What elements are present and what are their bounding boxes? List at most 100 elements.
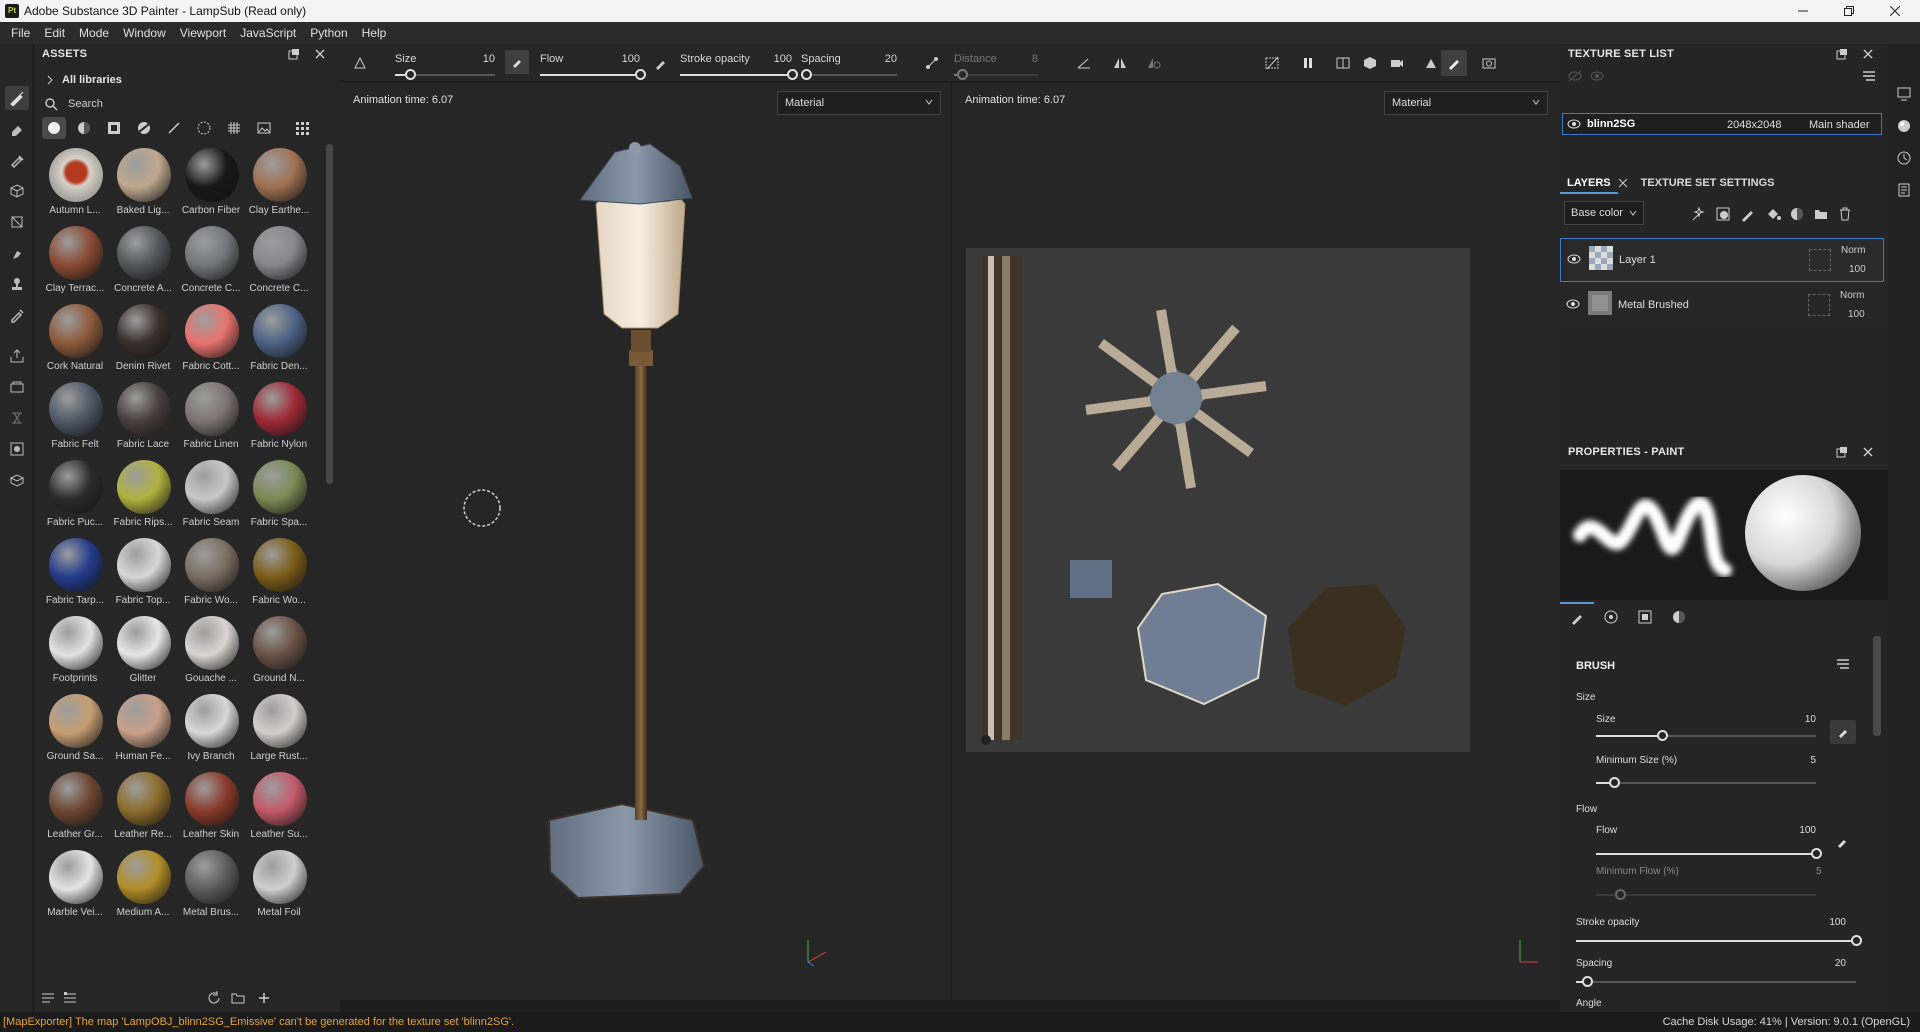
close-window-button[interactable] bbox=[1872, 0, 1918, 22]
spacing-handle[interactable] bbox=[800, 69, 812, 80]
filter-brushes[interactable] bbox=[162, 117, 186, 139]
asset-tile[interactable]: Denim Rivet bbox=[110, 300, 176, 378]
preset-menu-icon[interactable] bbox=[1836, 658, 1852, 672]
properties-scrollbar[interactable] bbox=[1873, 636, 1881, 736]
line-stroke-icon[interactable] bbox=[924, 55, 940, 71]
layer-row-1[interactable]: Layer 1 Norm 100 bbox=[1560, 238, 1884, 282]
layer-blend-mode[interactable]: Norm bbox=[1840, 290, 1864, 301]
texture-set-shader[interactable]: Main shader bbox=[1809, 119, 1870, 131]
asset-tile[interactable]: Cork Natural bbox=[42, 300, 108, 378]
refresh-icon[interactable] bbox=[206, 990, 222, 1006]
spacing-prop-handle[interactable] bbox=[1582, 976, 1594, 987]
filter-masks[interactable] bbox=[102, 117, 126, 139]
angle-icon[interactable] bbox=[1076, 55, 1092, 71]
filter-smart-materials[interactable] bbox=[72, 117, 96, 139]
asset-tile[interactable]: Fabric Rips... bbox=[110, 456, 176, 534]
render-button[interactable] bbox=[5, 437, 29, 461]
menu-python[interactable]: Python bbox=[303, 22, 354, 44]
min-size-value[interactable]: 5 bbox=[1786, 755, 1816, 766]
asset-tile[interactable]: Gouache ... bbox=[178, 612, 244, 690]
iray-icon[interactable] bbox=[1423, 55, 1439, 71]
measure-button[interactable] bbox=[5, 406, 29, 430]
asset-tile[interactable]: Fabric Top... bbox=[110, 534, 176, 612]
filter-textures[interactable] bbox=[222, 117, 246, 139]
spacing-slider[interactable]: Spacing 20 bbox=[800, 49, 897, 80]
asset-tile[interactable]: Clay Terrac... bbox=[42, 222, 108, 300]
size-pressure-button[interactable] bbox=[1830, 720, 1856, 744]
log-icon[interactable] bbox=[1896, 182, 1912, 198]
folder-icon[interactable] bbox=[230, 990, 246, 1006]
minimize-button[interactable] bbox=[1780, 0, 1826, 22]
filter-materials[interactable] bbox=[42, 117, 66, 139]
status-error-message[interactable]: [MapExporter] The map 'LampOBJ_blinn2SG_… bbox=[3, 1016, 514, 1028]
maximize-button[interactable] bbox=[1826, 0, 1872, 22]
close-tab-icon[interactable] bbox=[1618, 178, 1628, 188]
paint-mode-button[interactable] bbox=[1441, 50, 1467, 76]
layer-opacity[interactable]: 100 bbox=[1848, 309, 1865, 320]
asset-tile[interactable]: Large Rust... bbox=[246, 690, 312, 768]
eye-icon[interactable] bbox=[1566, 298, 1580, 310]
paint-tool-button[interactable] bbox=[5, 86, 29, 110]
menu-javascript[interactable]: JavaScript bbox=[233, 22, 303, 44]
symmetry-icon[interactable] bbox=[1112, 55, 1128, 71]
search-input[interactable]: Search bbox=[68, 98, 103, 110]
close-panel-icon[interactable] bbox=[314, 48, 326, 60]
channel-select[interactable]: Base color bbox=[1564, 201, 1644, 225]
float-panel-icon[interactable] bbox=[288, 48, 300, 60]
size-handle[interactable] bbox=[405, 69, 416, 80]
asset-tile[interactable]: Fabric Puc... bbox=[42, 456, 108, 534]
asset-tile[interactable]: Fabric Spa... bbox=[246, 456, 312, 534]
asset-tile[interactable]: Fabric Seam bbox=[178, 456, 244, 534]
close-panel-icon[interactable] bbox=[1862, 446, 1874, 458]
layer-mask-slot[interactable] bbox=[1809, 249, 1831, 271]
flow-slider[interactable]: Flow 100 bbox=[540, 49, 646, 80]
asset-tile[interactable]: Leather Skin bbox=[178, 768, 244, 846]
eye-icon[interactable] bbox=[1567, 118, 1581, 130]
export-button[interactable] bbox=[5, 344, 29, 368]
asset-tile[interactable]: Marble Vei... bbox=[42, 846, 108, 924]
asset-tile[interactable]: Fabric Nylon bbox=[246, 378, 312, 456]
geometry-fill-button[interactable] bbox=[5, 179, 29, 203]
shader-settings-icon[interactable] bbox=[1896, 118, 1912, 134]
tab-material[interactable] bbox=[1662, 602, 1696, 632]
detail-view-icon[interactable] bbox=[62, 990, 78, 1006]
size-slider[interactable]: Size 10 bbox=[395, 49, 495, 80]
min-flow-handle[interactable] bbox=[1615, 889, 1626, 900]
brush-size-handle[interactable] bbox=[1657, 730, 1668, 741]
stroke-opacity-prop-handle[interactable] bbox=[1851, 935, 1862, 946]
menu-edit[interactable]: Edit bbox=[37, 22, 72, 44]
menu-help[interactable]: Help bbox=[355, 22, 394, 44]
tab-texture-set-settings[interactable]: TEXTURE SET SETTINGS bbox=[1634, 172, 1782, 194]
history-icon[interactable] bbox=[1896, 150, 1912, 166]
camera-icon[interactable] bbox=[1389, 55, 1405, 71]
hide-all-icon[interactable] bbox=[1568, 70, 1582, 82]
grid-view-button[interactable] bbox=[290, 117, 314, 139]
add-fill-layer-icon[interactable] bbox=[1765, 206, 1781, 222]
display-cube-icon[interactable] bbox=[1362, 55, 1378, 71]
list-view-icon[interactable] bbox=[40, 990, 56, 1006]
asset-tile[interactable]: Human Fe... bbox=[110, 690, 176, 768]
asset-tile[interactable]: Leather Su... bbox=[246, 768, 312, 846]
color-picker-button[interactable] bbox=[5, 303, 29, 327]
asset-tile[interactable]: Metal Brus... bbox=[178, 846, 244, 924]
lazy-mouse-icon[interactable] bbox=[352, 55, 368, 71]
filter-smart-masks[interactable] bbox=[132, 117, 156, 139]
asset-tile[interactable]: Medium A... bbox=[110, 846, 176, 924]
asset-tile[interactable]: Fabric Linen bbox=[178, 378, 244, 456]
stroke-opacity-prop-value[interactable]: 100 bbox=[1816, 917, 1846, 928]
library-selector[interactable]: All libraries bbox=[44, 70, 334, 90]
brush-flow-handle[interactable] bbox=[1811, 848, 1822, 859]
layer-blend-mode[interactable]: Norm bbox=[1841, 245, 1865, 256]
layer-row-2[interactable]: Metal Brushed Norm 100 bbox=[1560, 284, 1884, 328]
asset-tile[interactable]: Glitter bbox=[110, 612, 176, 690]
filter-alphas[interactable] bbox=[192, 117, 216, 139]
tab-alpha[interactable] bbox=[1594, 602, 1628, 632]
asset-tile[interactable]: Leather Re... bbox=[110, 768, 176, 846]
asset-tile[interactable]: Fabric Den... bbox=[246, 300, 312, 378]
clone-tool-button[interactable] bbox=[5, 272, 29, 296]
float-panel-icon[interactable] bbox=[1836, 48, 1848, 60]
tab-stencil[interactable] bbox=[1628, 602, 1662, 632]
asset-tile[interactable]: Baked Lig... bbox=[110, 144, 176, 222]
flow-pressure-icon[interactable] bbox=[653, 55, 669, 71]
add-paint-layer-icon[interactable] bbox=[1740, 206, 1756, 222]
